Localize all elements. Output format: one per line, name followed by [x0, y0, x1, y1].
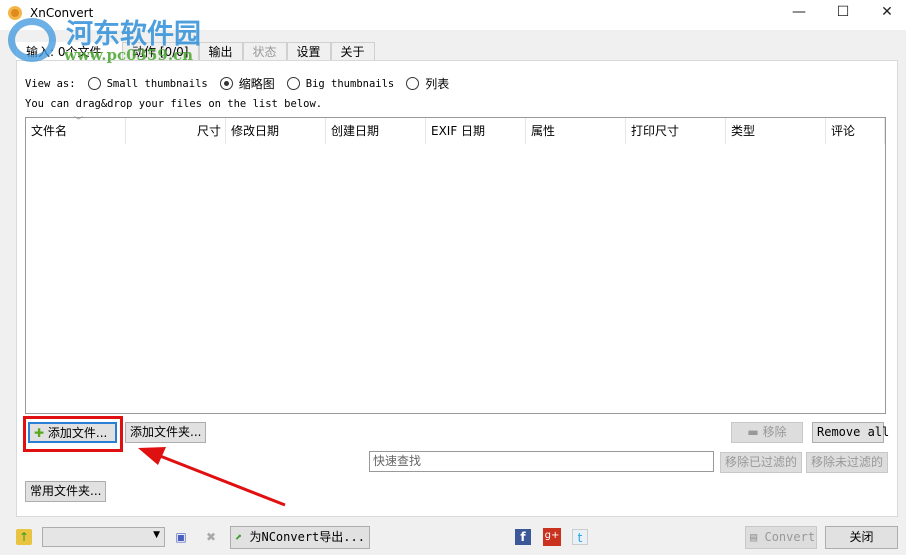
option-label: 缩略图 — [238, 77, 275, 91]
convert-icon: ▤ — [750, 530, 758, 544]
remove-button: ▬ 移除 — [731, 422, 803, 443]
watermark-logo — [8, 18, 56, 62]
watermark-url: www.pc0359.cn — [64, 46, 194, 64]
app-icon — [8, 6, 22, 20]
add-files-button[interactable]: ✚ 添加文件... — [28, 422, 117, 443]
twitter-icon[interactable]: t — [572, 529, 588, 545]
file-list[interactable]: ﹀ 文件名 尺寸 修改日期 创建日期 EXIF 日期 属性 打印尺寸 类型 评论 — [25, 117, 886, 414]
drag-drop-hint: You can drag&drop your files on the list… — [25, 98, 323, 110]
view-as-row: View as: Small thumbnails 缩略图 Big thumbn… — [25, 75, 449, 92]
column-attributes[interactable]: 属性 — [526, 118, 626, 144]
facebook-icon[interactable]: f — [515, 529, 531, 545]
favorite-folders-button[interactable]: 常用文件夹... — [25, 481, 107, 502]
export-icon: ⬈ — [235, 530, 243, 544]
remove-unfiltered-button: 移除未过滤的 — [806, 452, 889, 473]
remove-filtered-button: 移除已过滤的 — [720, 452, 803, 473]
remove-all-button[interactable]: Remove all — [812, 422, 889, 443]
quick-search-input[interactable]: 快速查找 — [369, 451, 714, 472]
column-comment[interactable]: 评论 — [826, 118, 885, 144]
tab-settings[interactable]: 设置 — [286, 42, 331, 60]
column-print-size[interactable]: 打印尺寸 — [626, 118, 726, 144]
chevron-down-icon: ▼ — [153, 530, 160, 540]
preset-dropdown[interactable]: ▼ — [42, 527, 165, 547]
remove-label: 移除 — [762, 425, 787, 439]
delete-icon[interactable]: ✖ — [203, 529, 219, 545]
open-folder-icon[interactable]: ↑ — [16, 529, 32, 545]
tab-status: 状态 — [242, 42, 287, 60]
radio-small-thumbnails[interactable] — [87, 77, 101, 90]
view-as-label: View as: — [25, 77, 76, 90]
sort-arrow-icon: ﹀ — [74, 117, 84, 127]
option-label: 列表 — [425, 77, 450, 91]
add-folder-button[interactable]: 添加文件夹... — [125, 422, 207, 443]
add-files-label: 添加文件... — [47, 426, 108, 440]
close-button[interactable]: 关闭 — [825, 526, 898, 549]
convert-button: ▤ Convert — [745, 526, 817, 549]
convert-label: Convert — [764, 530, 816, 544]
column-exif-date[interactable]: EXIF 日期 — [426, 118, 526, 144]
minimize-button[interactable]: — — [784, 4, 814, 24]
column-modified[interactable]: 修改日期 — [226, 118, 326, 144]
close-window-button[interactable]: ✕ — [872, 4, 902, 24]
radio-thumbnails[interactable] — [219, 77, 233, 90]
column-type[interactable]: 类型 — [726, 118, 826, 144]
option-label: Big thumbnails — [305, 77, 395, 90]
tab-output[interactable]: 输出 — [198, 42, 243, 60]
radio-list[interactable] — [406, 77, 420, 90]
export-label: 为NConvert导出... — [249, 530, 365, 544]
column-size[interactable]: 尺寸 — [126, 118, 226, 144]
save-icon[interactable]: ▣ — [173, 529, 189, 545]
input-panel: View as: Small thumbnails 缩略图 Big thumbn… — [16, 60, 898, 517]
column-created[interactable]: 创建日期 — [326, 118, 426, 144]
google-plus-icon[interactable]: g+ — [543, 528, 561, 546]
option-label: Small thumbnails — [106, 77, 208, 90]
tab-about[interactable]: 关于 — [330, 42, 375, 60]
list-header: ﹀ 文件名 尺寸 修改日期 创建日期 EXIF 日期 属性 打印尺寸 类型 评论 — [26, 117, 885, 144]
minus-icon: ▬ — [747, 425, 759, 439]
export-nconvert-button[interactable]: ⬈ 为NConvert导出... — [230, 526, 370, 549]
radio-big-thumbnails[interactable] — [286, 77, 300, 90]
plus-icon: ✚ — [34, 426, 45, 440]
maximize-button[interactable]: ☐ — [828, 4, 858, 24]
